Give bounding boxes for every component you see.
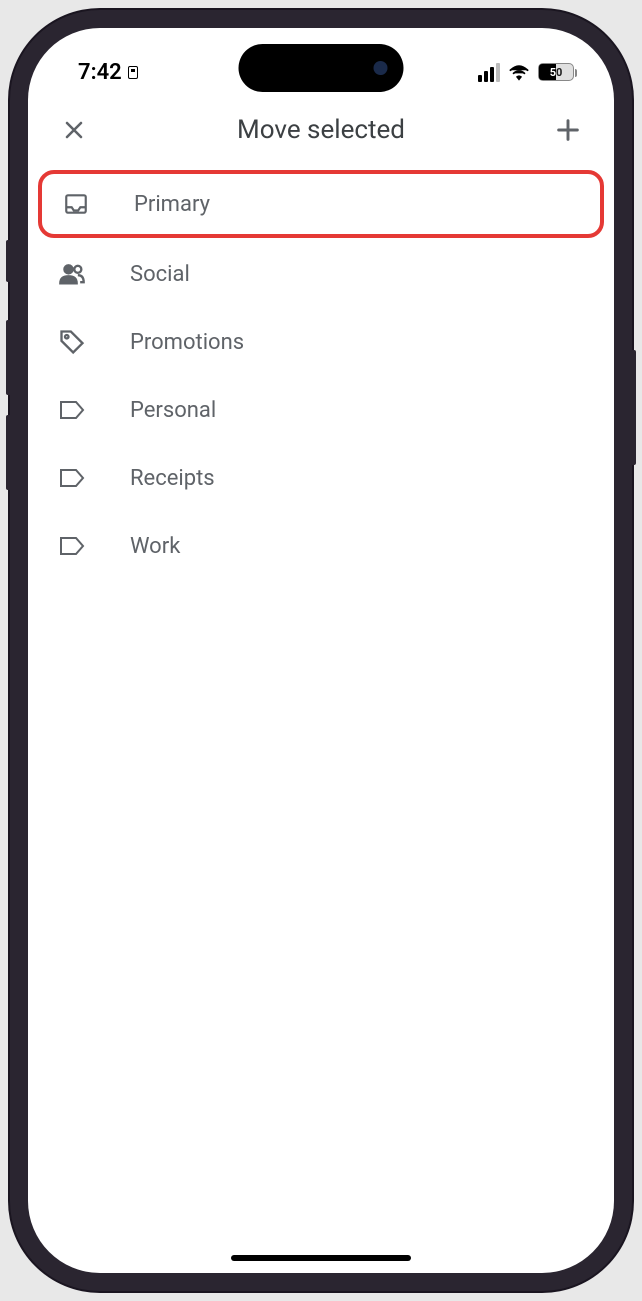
list-item-label: Promotions [130,330,244,355]
header: Move selected [28,96,614,168]
list-item-promotions[interactable]: Promotions [28,308,614,376]
list-item-social[interactable]: Social [28,240,614,308]
label-icon [58,396,86,424]
tag-icon [58,328,86,356]
label-icon [58,464,86,492]
plus-icon [554,116,582,144]
wifi-icon [508,63,530,81]
sim-card-icon [128,66,138,79]
home-indicator[interactable] [231,1255,411,1261]
list-item-label: Work [130,534,180,559]
list-item-personal[interactable]: Personal [28,376,614,444]
battery-percent: 50 [550,66,563,79]
cellular-signal-icon [478,63,500,82]
status-time: 7:42 [78,60,122,85]
close-icon [62,118,86,142]
list-item-label: Social [130,262,190,287]
list-item-label: Personal [130,398,216,423]
dynamic-island [239,44,404,92]
volume-down-button [6,415,10,490]
add-button[interactable] [552,114,584,146]
screen: 7:42 50 Move selected [28,28,614,1273]
category-list: Primary Social Promotions Personal [28,170,614,580]
close-button[interactable] [58,114,90,146]
list-item-label: Primary [134,192,210,217]
battery-icon: 50 [538,63,574,81]
inbox-icon [62,190,90,218]
mute-switch [6,240,10,282]
list-item-label: Receipts [130,466,215,491]
volume-up-button [6,320,10,395]
list-item-receipts[interactable]: Receipts [28,444,614,512]
label-icon [58,532,86,560]
list-item-work[interactable]: Work [28,512,614,580]
power-button [632,350,636,465]
phone-frame: 7:42 50 Move selected [10,10,632,1291]
page-title: Move selected [90,115,552,145]
list-item-primary[interactable]: Primary [38,170,604,238]
people-icon [58,260,86,288]
